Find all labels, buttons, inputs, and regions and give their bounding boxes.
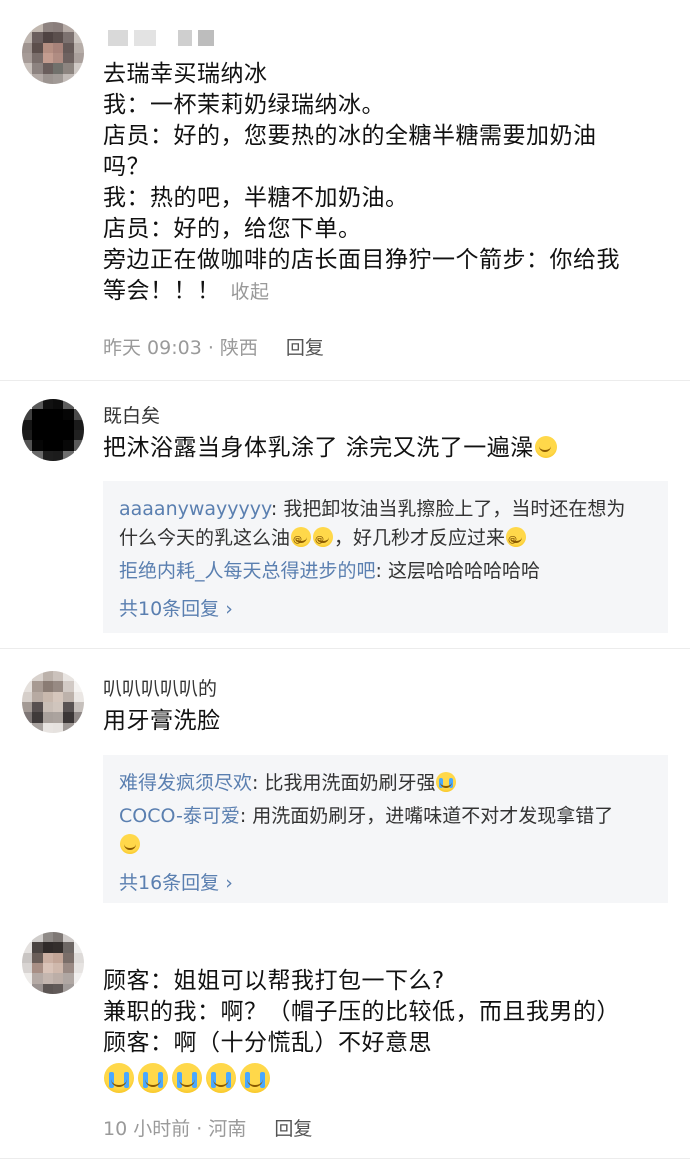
- comment-text: 去瑞幸买瑞纳冰 我：一杯茉莉奶绿瑞纳冰。 店员：好的，您要热的冰的全糖半糖需要加…: [103, 59, 620, 308]
- comment-meta: 昨天 09:03 · 陕西 回复: [103, 333, 324, 360]
- laugh-cry-emoji: [534, 436, 557, 458]
- dizzy-emoji: [506, 526, 527, 555]
- crying-emoji: [206, 1063, 236, 1093]
- crying-emoji: [138, 1063, 168, 1093]
- comment-body: 用牙膏洗脸: [103, 708, 221, 734]
- divider: [0, 1158, 690, 1159]
- comment-text: 顾客：姐姐可以帮我打包一下么? 兼职的我：啊？（帽子压的比较低，而且我男的） 顾…: [103, 966, 620, 1096]
- reply-username[interactable]: 难得发疯须尽欢: [119, 772, 252, 794]
- reply-item-cont[interactable]: 什么今天的乳这么油 ，好几秒才反应过来: [119, 524, 650, 555]
- reply-username[interactable]: aaaanywayyyyy: [119, 498, 271, 520]
- replies-box[interactable]: aaaanywayyyyy: 我把卸妆油当乳擦脸上了，当时还在想为 什么今天的乳…: [103, 481, 668, 633]
- comment-line: 我：热的吧，半糖不加奶油。: [103, 185, 409, 211]
- reply-colon: :: [270, 498, 284, 520]
- reply-item[interactable]: COCO-泰可爱: 用洗面奶刷牙，进嘴味道不对才发现拿错了: [119, 802, 650, 831]
- comment-line: 顾客：啊（十分慌乱）不好意思: [103, 1030, 432, 1056]
- reply-item[interactable]: aaaanywayyyyy: 我把卸妆油当乳擦脸上了，当时还在想为: [119, 495, 650, 524]
- reply-text: ，好几秒才反应过来: [334, 527, 506, 549]
- comment-line: 店员：好的，您要热的冰的全糖半糖需要加奶油: [103, 123, 597, 149]
- avatar[interactable]: [22, 399, 84, 461]
- reply-username[interactable]: COCO-泰可爱: [119, 805, 240, 827]
- more-replies-link[interactable]: 共10条回复 ›: [119, 594, 650, 621]
- comment-line: 旁边正在做咖啡的店长面目狰狞一个箭步：你给我: [103, 247, 620, 273]
- dizzy-emoji: [291, 526, 312, 555]
- timestamp-location: 昨天 09:03 · 陕西: [103, 337, 258, 359]
- reply-item[interactable]: 难得发疯须尽欢: 比我用洗面奶刷牙强: [119, 769, 650, 798]
- crying-emoji: [172, 1063, 202, 1093]
- comment-1: 去瑞幸买瑞纳冰 我：一杯茉莉奶绿瑞纳冰。 店员：好的，您要热的冰的全糖半糖需要加…: [0, 0, 690, 378]
- avatar[interactable]: [22, 671, 84, 733]
- reply-text: 我把卸妆油当乳擦脸上了，当时还在想为: [283, 498, 626, 520]
- comment-line: 兼职的我：啊？（帽子压的比较低，而且我男的）: [103, 999, 620, 1025]
- comment-2: 既白矣 把沐浴露当身体乳涂了 涂完又洗了一遍澡 aaaanywayyyyy: 我…: [0, 381, 690, 647]
- reply-text: 比我用洗面奶刷牙强: [264, 772, 436, 794]
- comment-text: 用牙膏洗脸: [103, 706, 221, 737]
- comment-line: 去瑞幸买瑞纳冰: [103, 61, 268, 87]
- avatar[interactable]: [22, 932, 84, 994]
- replies-box[interactable]: 难得发疯须尽欢: 比我用洗面奶刷牙强 COCO-泰可爱: 用洗面奶刷牙，进嘴味道…: [103, 755, 668, 903]
- username[interactable]: 既白矣: [103, 401, 160, 428]
- comment-line: 吗？: [103, 154, 150, 180]
- more-replies-link[interactable]: 共16条回复 ›: [119, 868, 650, 895]
- comment-3: 叭叭叭叭叭的 用牙膏洗脸 难得发疯须尽欢: 比我用洗面奶刷牙强 COCO-泰可爱…: [0, 649, 690, 911]
- reply-item[interactable]: 拒绝内耗_人每天总得进步的吧: 这层哈哈哈哈哈哈: [119, 557, 650, 586]
- emoji-line: [103, 1063, 620, 1096]
- comment-line-last: 等会！！！ 收起: [103, 276, 620, 308]
- comment-body: 把沐浴露当身体乳涂了 涂完又洗了一遍澡: [103, 435, 534, 461]
- reply-colon: :: [375, 560, 388, 582]
- comment-line: 店员：好的，给您下单。: [103, 216, 362, 242]
- reply-colon: :: [252, 772, 265, 794]
- timestamp-location: 10 小时前 · 河南: [103, 1118, 247, 1140]
- crying-emoji: [436, 772, 457, 792]
- comment-meta: 10 小时前 · 河南 回复: [103, 1114, 312, 1141]
- reply-text: 用洗面奶刷牙，进嘴味道不对才发现拿错了: [252, 805, 614, 827]
- comment-feed: 去瑞幸买瑞纳冰 我：一杯茉莉奶绿瑞纳冰。 店员：好的，您要热的冰的全糖半糖需要加…: [0, 0, 690, 1161]
- reply-text: 什么今天的乳这么油: [119, 527, 291, 549]
- reply-button[interactable]: 回复: [274, 1118, 312, 1140]
- comment-line: 顾客：姐姐可以帮我打包一下么?: [103, 968, 445, 994]
- username-blurred[interactable]: [108, 30, 220, 46]
- crying-emoji: [240, 1063, 270, 1093]
- avatar[interactable]: [22, 22, 84, 84]
- reply-button[interactable]: 回复: [286, 337, 324, 359]
- username[interactable]: 叭叭叭叭叭的: [103, 674, 217, 701]
- comment-line: 把沐浴露当身体乳涂了 涂完又洗了一遍澡: [103, 433, 558, 464]
- laugh-cry-emoji: [120, 834, 140, 854]
- comment-text: 把沐浴露当身体乳涂了 涂完又洗了一遍澡: [103, 433, 558, 464]
- reply-item-cont[interactable]: [119, 831, 650, 860]
- crying-emoji: [104, 1063, 134, 1093]
- reply-colon: :: [239, 805, 253, 827]
- comment-4: 顾客：姐姐可以帮我打包一下么? 兼职的我：啊？（帽子压的比较低，而且我男的） 顾…: [0, 912, 690, 1161]
- reply-username[interactable]: 拒绝内耗_人每天总得进步的吧: [119, 560, 376, 582]
- comment-line: 等会！！！: [103, 278, 221, 304]
- dizzy-emoji: [313, 526, 334, 555]
- comment-line: 我：一杯茉莉奶绿瑞纳冰。: [103, 92, 385, 118]
- reply-text: 这层哈哈哈哈哈哈: [387, 560, 540, 582]
- collapse-button[interactable]: 收起: [231, 281, 270, 303]
